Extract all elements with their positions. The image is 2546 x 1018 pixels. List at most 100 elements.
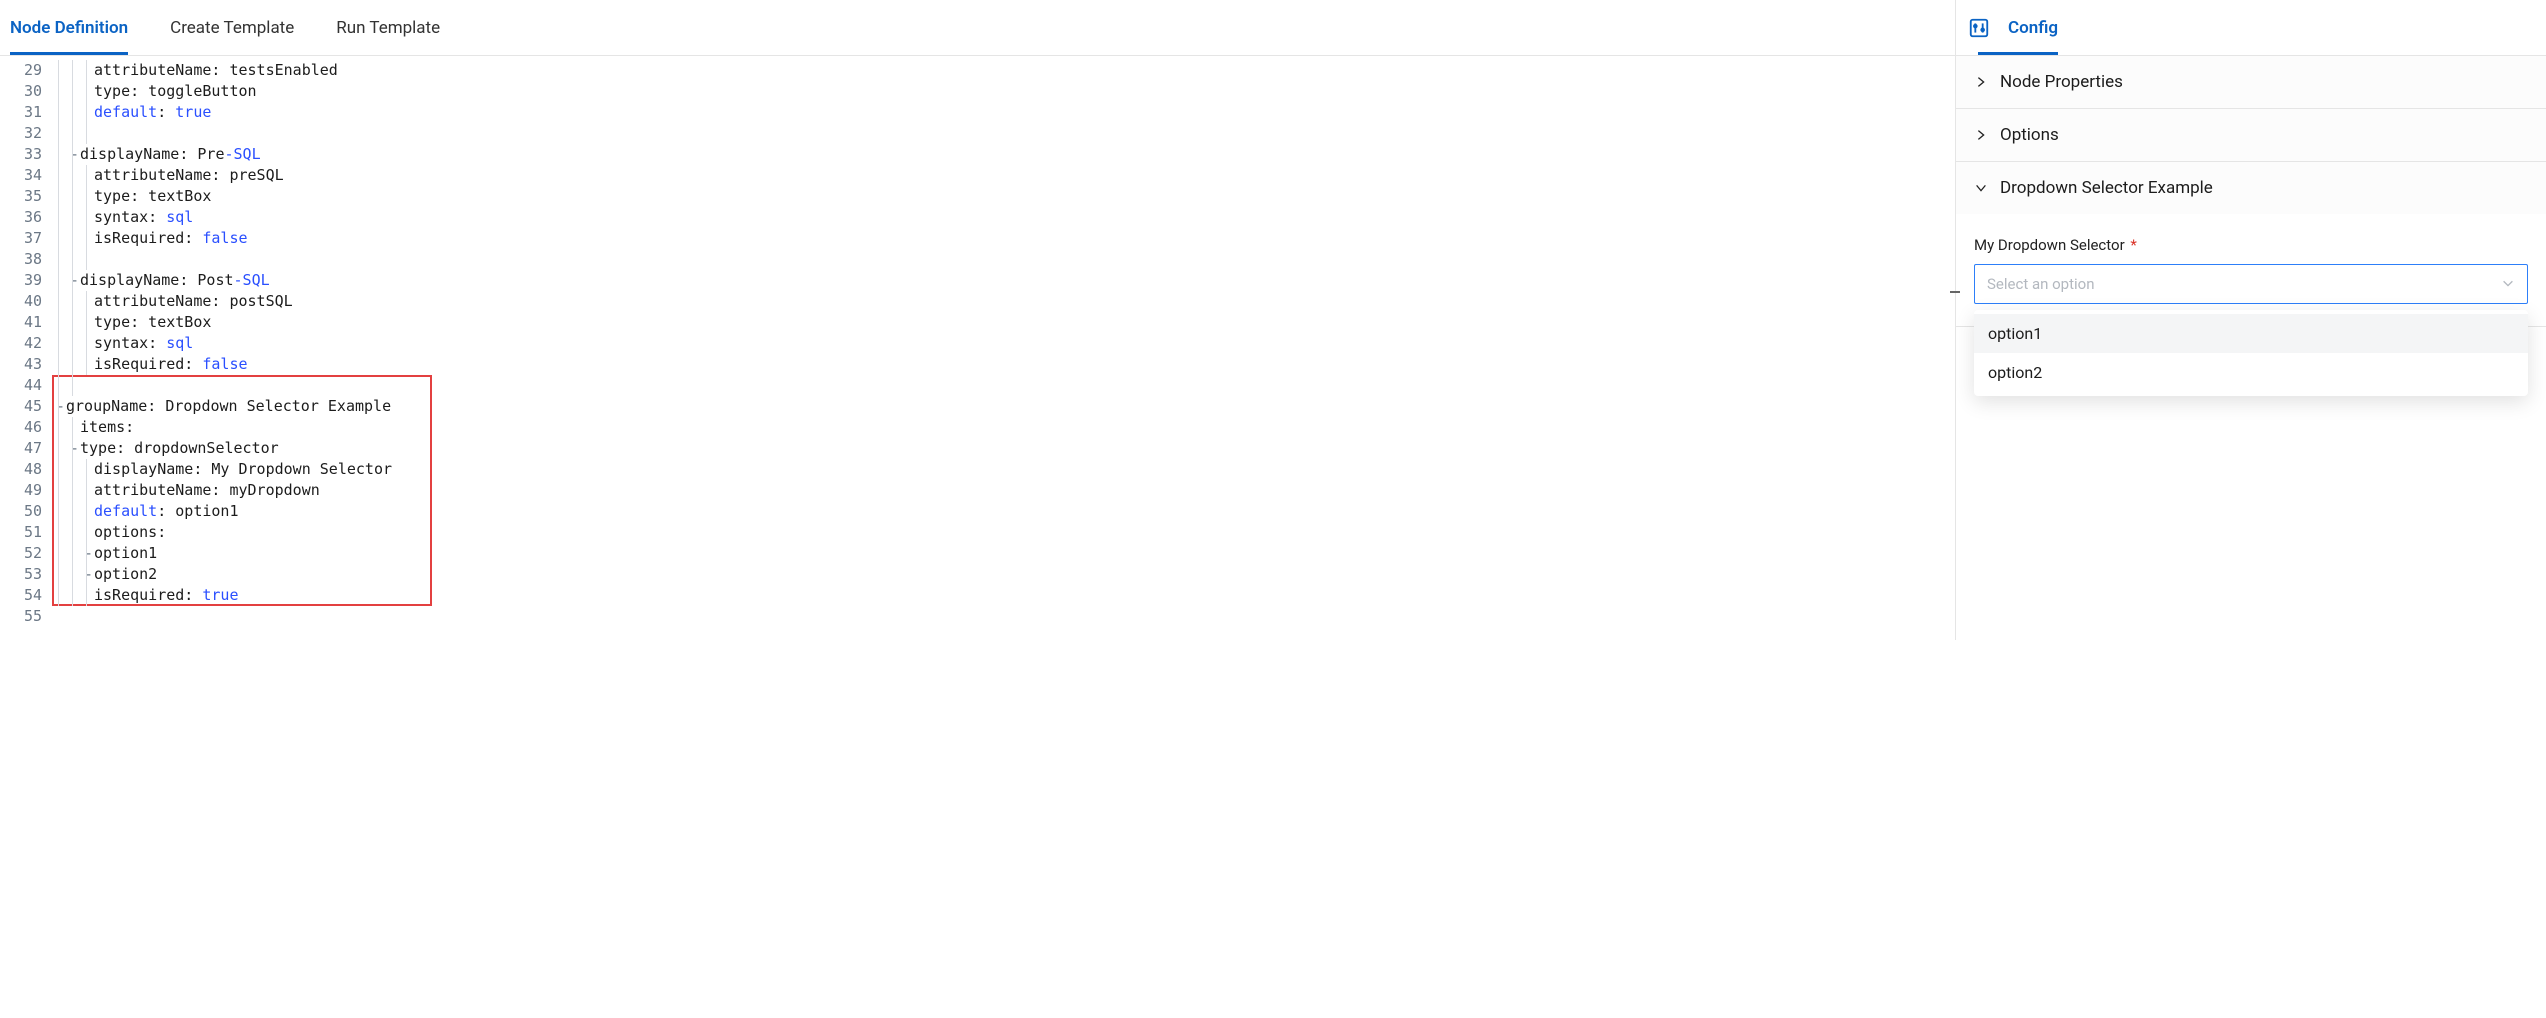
line-number: 29 [0, 60, 42, 81]
code-token: option2 [94, 564, 157, 585]
dropdown-selector: Select an option option1 option2 [1974, 264, 2528, 304]
line-number: 39 [0, 270, 42, 291]
code-line[interactable]: type: textBox [52, 186, 1955, 207]
code-token: type: dropdownSelector [80, 438, 279, 459]
line-number: 43 [0, 354, 42, 375]
code-line[interactable]: attributeName: myDropdown [52, 480, 1955, 501]
code-token: attributeName: preSQL [94, 165, 284, 186]
chevron-down-icon [2501, 275, 2515, 294]
right-tabs: Config [1956, 0, 2546, 56]
line-number: 49 [0, 480, 42, 501]
dropdown-label: My Dropdown Selector * [1974, 236, 2528, 254]
code-line[interactable]: attributeName: postSQL [52, 291, 1955, 312]
tab-create-template[interactable]: Create Template [170, 2, 294, 54]
line-number: 46 [0, 417, 42, 438]
line-number: 42 [0, 333, 42, 354]
tab-config[interactable]: Config [2008, 2, 2058, 54]
code-token: isRequired: [94, 354, 202, 375]
code-line[interactable]: attributeName: preSQL [52, 165, 1955, 186]
code-token: attributeName: myDropdown [94, 480, 320, 501]
line-gutter: 2930313233343536373839404142434445464748… [0, 56, 52, 631]
line-number: 48 [0, 459, 42, 480]
line-number: 45 [0, 396, 42, 417]
code-token: false [202, 354, 247, 375]
code-token: : option1 [157, 501, 238, 522]
line-number: 41 [0, 312, 42, 333]
code-line[interactable]: isRequired: false [52, 228, 1955, 249]
section-head-dropdown-example[interactable]: Dropdown Selector Example [1956, 162, 2546, 214]
code-line[interactable]: displayName: My Dropdown Selector [52, 459, 1955, 480]
line-number: 33 [0, 144, 42, 165]
code-editor[interactable]: 2930313233343536373839404142434445464748… [0, 56, 1955, 631]
code-line[interactable] [52, 249, 1955, 270]
chevron-down-icon [1974, 181, 1988, 195]
code-line[interactable]: syntax: sql [52, 333, 1955, 354]
code-line[interactable]: syntax: sql [52, 207, 1955, 228]
code-line[interactable]: default: true [52, 102, 1955, 123]
section-options: Options [1956, 109, 2546, 162]
code-line[interactable]: items: [52, 417, 1955, 438]
code-line[interactable]: isRequired: true [52, 585, 1955, 606]
code-token: items: [80, 417, 134, 438]
dropdown-label-text: My Dropdown Selector [1974, 236, 2125, 254]
code-line[interactable]: options: [52, 522, 1955, 543]
code-token: type: textBox [94, 186, 211, 207]
code-line[interactable]: type: toggleButton [52, 81, 1955, 102]
section-title: Node Properties [2000, 72, 2123, 92]
code-line[interactable]: - option1 [52, 543, 1955, 564]
fold-marker [42, 606, 52, 627]
code-token: displayName: Post [80, 270, 234, 291]
code-token: options: [94, 522, 166, 543]
code-token: false [202, 228, 247, 249]
dropdown-option[interactable]: option2 [1974, 353, 2528, 392]
section-node-properties: Node Properties [1956, 56, 2546, 109]
line-number: 37 [0, 228, 42, 249]
code-line[interactable]: - type: dropdownSelector [52, 438, 1955, 459]
line-number: 54 [0, 585, 42, 606]
line-number: 32 [0, 123, 42, 144]
code-token: type: toggleButton [94, 81, 257, 102]
sliders-icon [1968, 17, 1990, 39]
section-title: Options [2000, 125, 2059, 145]
required-mark: * [2130, 236, 2136, 254]
right-panel: Config Node Properties Options [1956, 0, 2546, 640]
code-line[interactable]: - displayName: Pre-SQL [52, 144, 1955, 165]
config-accordion: Node Properties Options Dropdown Selecto… [1956, 56, 2546, 327]
tab-run-template[interactable]: Run Template [336, 2, 440, 54]
line-number: 31 [0, 102, 42, 123]
code-line[interactable]: - groupName: Dropdown Selector Example [52, 396, 1955, 417]
line-number: 53 [0, 564, 42, 585]
code-token: default [94, 102, 157, 123]
dropdown-option[interactable]: option1 [1974, 314, 2528, 353]
line-number: 44 [0, 375, 42, 396]
code-line[interactable]: isRequired: false [52, 354, 1955, 375]
code-line[interactable] [52, 375, 1955, 396]
tab-node-definition[interactable]: Node Definition [10, 2, 128, 54]
panel-resize-handle[interactable] [1949, 280, 1961, 304]
code-line[interactable]: - displayName: Post-SQL [52, 270, 1955, 291]
code-token: sql [166, 207, 193, 228]
code-line[interactable]: attributeName: testsEnabled [52, 60, 1955, 81]
code-line[interactable]: type: textBox [52, 312, 1955, 333]
code-token: isRequired: [94, 585, 202, 606]
dropdown-menu: option1 option2 [1974, 310, 2528, 396]
line-number: 47 [0, 438, 42, 459]
code-token: -SQL [225, 144, 261, 165]
code-token: syntax: [94, 333, 166, 354]
section-title: Dropdown Selector Example [2000, 178, 2213, 198]
line-number: 34 [0, 165, 42, 186]
line-number: 50 [0, 501, 42, 522]
line-number: 51 [0, 522, 42, 543]
code-token: type: textBox [94, 312, 211, 333]
line-number: 35 [0, 186, 42, 207]
code-area[interactable]: attributeName: testsEnabled type: toggle… [52, 56, 1955, 631]
code-line[interactable]: - option2 [52, 564, 1955, 585]
code-line[interactable] [52, 606, 1955, 627]
dropdown-input[interactable]: Select an option [1974, 264, 2528, 304]
section-head-node-properties[interactable]: Node Properties [1956, 56, 2546, 108]
code-line[interactable]: default: option1 [52, 501, 1955, 522]
section-head-options[interactable]: Options [1956, 109, 2546, 161]
section-body-dropdown-example: My Dropdown Selector * Select an option … [1956, 214, 2546, 326]
code-line[interactable] [52, 123, 1955, 144]
section-dropdown-example: Dropdown Selector Example My Dropdown Se… [1956, 162, 2546, 327]
